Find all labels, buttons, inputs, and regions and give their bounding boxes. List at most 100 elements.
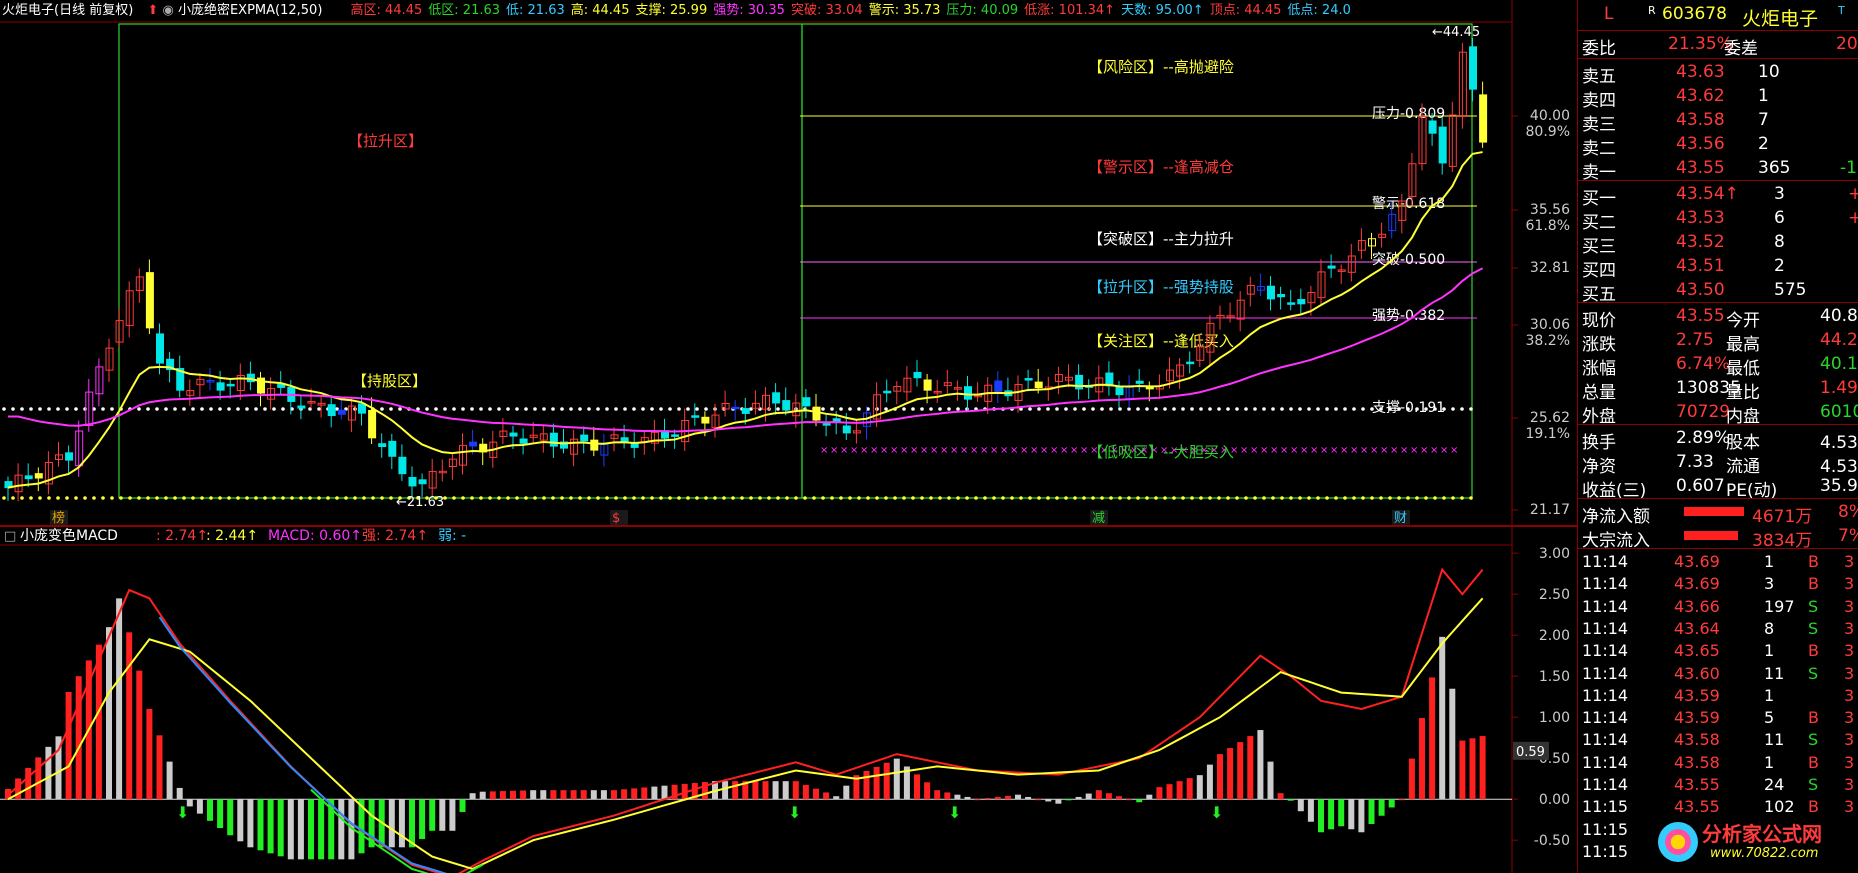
support-dot xyxy=(1199,407,1203,411)
sell-price: 43.55 xyxy=(1676,158,1725,178)
support-dot xyxy=(551,407,555,411)
support-dot xyxy=(695,407,699,411)
macd-hist-bar xyxy=(550,790,557,800)
main-chart-area[interactable]: 压力-0.809警示-0.618突破-0.500强势-0.382支撑-0.191… xyxy=(0,0,1577,873)
dixi-marker: × xyxy=(1420,445,1428,456)
macd-hist-bar xyxy=(944,792,951,800)
low-dot xyxy=(65,496,69,500)
low-dot xyxy=(1181,496,1185,500)
support-dot xyxy=(1091,407,1095,411)
support-dot xyxy=(704,407,708,411)
support-dot xyxy=(164,407,168,411)
dixi-marker: × xyxy=(1450,445,1458,456)
low-dot xyxy=(1235,496,1239,500)
support-dot xyxy=(29,407,33,411)
low-dot xyxy=(1127,496,1131,500)
dixi-marker: × xyxy=(840,445,848,456)
low-dot xyxy=(1343,496,1347,500)
candle-body xyxy=(590,439,599,451)
dixi-marker: × xyxy=(980,445,988,456)
tick-extra: 3 xyxy=(1844,663,1855,683)
low-dot xyxy=(371,496,375,500)
macd-hist-bar xyxy=(570,790,577,800)
weicha-label: 委差 xyxy=(1724,39,1758,59)
chevron-down-icon[interactable]: ◉ xyxy=(162,3,173,18)
low-dot xyxy=(749,496,753,500)
header-stat-3: 高: 44.45 xyxy=(570,3,630,18)
macd-hist-bar xyxy=(1004,795,1011,800)
sell-vol: 7 xyxy=(1758,110,1769,130)
macd-hist-bar xyxy=(1267,761,1274,800)
low-dot xyxy=(263,496,267,500)
macd-header-v1: : 2.74↑ xyxy=(156,528,208,544)
support-dot xyxy=(1442,407,1446,411)
support-dot xyxy=(1082,407,1086,411)
support-dot xyxy=(1136,407,1140,411)
support-dot xyxy=(200,407,204,411)
tick-side: B xyxy=(1808,752,1819,772)
dixi-marker: × xyxy=(1020,445,1028,456)
low-dot xyxy=(164,496,168,500)
macd-hist-bar xyxy=(1469,738,1476,800)
candle-body xyxy=(1034,381,1043,389)
low-dot xyxy=(965,496,969,500)
buy-vol: 575 xyxy=(1774,280,1807,300)
low-dot xyxy=(506,496,510,500)
macd-hist-bar xyxy=(1338,799,1345,827)
macd-hist-bar xyxy=(449,799,456,831)
buy-row-0: 买一43.54↑3+ xyxy=(1578,182,1858,209)
candle-body xyxy=(630,442,639,448)
macd-hist-bar xyxy=(318,799,325,860)
support-dot xyxy=(281,407,285,411)
low-dot xyxy=(1001,496,1005,500)
candle-body xyxy=(812,406,821,421)
indicator-name[interactable]: 小庞绝密EXPMA(12,50) xyxy=(178,3,322,18)
low-dot xyxy=(1217,496,1221,500)
macd-hist-bar xyxy=(863,771,870,800)
weicha-value: 20 xyxy=(1836,34,1858,54)
tick-vol: 1 xyxy=(1764,752,1775,772)
price-axis-label: 21.17 xyxy=(1530,502,1570,518)
low-dot xyxy=(299,496,303,500)
low-dot xyxy=(119,496,123,500)
candle-body xyxy=(1428,120,1437,134)
low-dot xyxy=(695,496,699,500)
low-dot xyxy=(92,496,96,500)
support-dot xyxy=(1226,407,1230,411)
tick-row-4: 11:14 43.65 1 B 3 xyxy=(1578,639,1858,663)
low-dot xyxy=(83,496,87,500)
low-dot xyxy=(29,496,33,500)
macd-hist-bar xyxy=(479,791,486,800)
low-dot xyxy=(1397,496,1401,500)
low-dot xyxy=(497,496,501,500)
sell-price: 43.56 xyxy=(1676,134,1725,154)
low-dot xyxy=(200,496,204,500)
support-dot xyxy=(1370,407,1374,411)
low-dot xyxy=(110,496,114,500)
quote-title: L R 603678 火炬电子 T xyxy=(1578,2,1858,30)
support-dot xyxy=(218,407,222,411)
macd-hist-bar xyxy=(1085,793,1092,800)
low-dot xyxy=(911,496,915,500)
macd-hist-bar xyxy=(1095,790,1102,800)
tick-time: 11:14 xyxy=(1582,596,1629,616)
tick-price: 43.65 xyxy=(1674,641,1720,661)
tick-vol: 8 xyxy=(1764,618,1775,638)
support-dot xyxy=(74,407,78,411)
buy-row-1: 买二43.536+ xyxy=(1578,206,1858,233)
macd-hist-bar xyxy=(893,758,900,800)
tick-price: 43.66 xyxy=(1674,596,1720,616)
macd-hist-bar xyxy=(287,799,294,860)
macd-hist-bar xyxy=(459,799,466,812)
dixi-marker: × xyxy=(1400,445,1408,456)
low-dot xyxy=(101,496,105,500)
support-dot xyxy=(1424,407,1428,411)
buy-price: 43.51 xyxy=(1676,256,1725,276)
support-dot xyxy=(1073,407,1077,411)
down-arrow-icon: ⬇ xyxy=(948,803,961,822)
candle-body xyxy=(368,409,377,439)
support-dot xyxy=(236,407,240,411)
tick-price: 43.55 xyxy=(1674,775,1720,794)
tick-price: 43.60 xyxy=(1674,663,1720,683)
macd-hist-bar xyxy=(651,786,658,800)
